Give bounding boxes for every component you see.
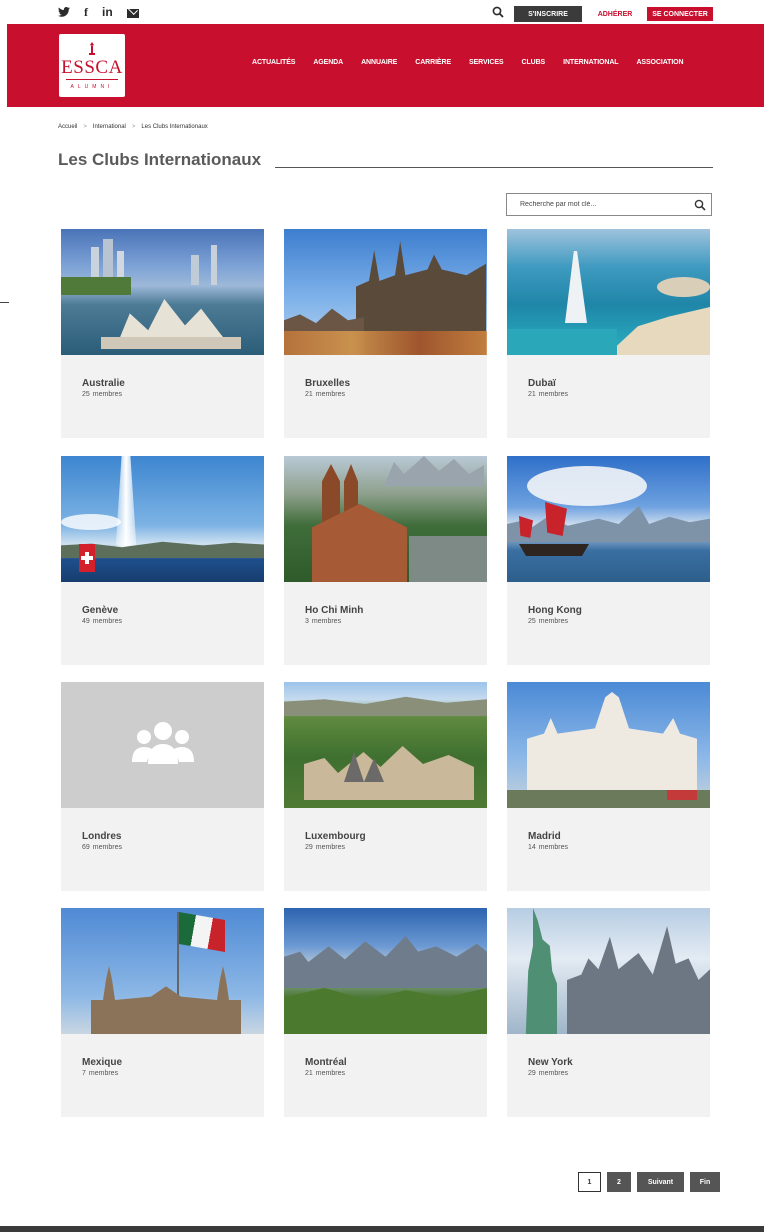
page-1-button[interactable]: 1 [578, 1172, 601, 1192]
register-button[interactable]: S'INSCRIRE [514, 6, 582, 22]
nav-item-annuaire[interactable]: ANNUAIRE [361, 59, 397, 66]
club-card-dubai[interactable]: Dubaï 21 membres [507, 229, 710, 438]
club-members: 21 membres [528, 391, 568, 398]
club-card-ho-chi-minh[interactable]: Ho Chi Minh 3 membres [284, 456, 487, 665]
club-photo-luxembourg[interactable] [284, 682, 487, 808]
club-photo-geneva[interactable] [61, 456, 264, 582]
crest-icon [89, 41, 95, 55]
club-city[interactable]: Ho Chi Minh [305, 605, 363, 616]
club-members: 29 membres [528, 1070, 568, 1077]
club-card-australie[interactable]: Australie 25 membres [61, 229, 264, 438]
club-members: 21 membres [305, 391, 345, 398]
breadcrumb-separator: > [131, 124, 136, 130]
club-city[interactable]: Londres [82, 831, 121, 842]
club-members: 21 membres [305, 1070, 345, 1077]
social-links: f in [58, 5, 139, 19]
search-icon[interactable] [492, 6, 504, 18]
page-title: Les Clubs Internationaux [58, 150, 262, 169]
nav-item-carriere[interactable]: CARRIÈRE [415, 59, 451, 66]
club-city[interactable]: Hong Kong [528, 605, 582, 616]
login-button[interactable]: SE CONNECTER [646, 6, 714, 22]
club-city[interactable]: Montréal [305, 1057, 347, 1068]
club-photo-hong-kong[interactable] [507, 456, 710, 582]
logo-divider [66, 78, 118, 80]
main-nav: ACTUALITÉS AGENDA ANNUAIRE CARRIÈRE SERV… [252, 59, 701, 66]
page-2-button[interactable]: 2 [607, 1172, 631, 1192]
club-card-londres[interactable]: Londres 69 membres [61, 682, 264, 891]
nav-item-actualites[interactable]: ACTUALITÉS [252, 59, 295, 66]
club-city[interactable]: Madrid [528, 831, 561, 842]
nav-item-agenda[interactable]: AGENDA [313, 59, 343, 66]
club-city[interactable]: Dubaï [528, 378, 556, 389]
club-city[interactable]: New York [528, 1057, 573, 1068]
club-members: 14 membres [528, 844, 568, 851]
nav-item-international[interactable]: INTERNATIONAL [563, 59, 618, 66]
pagination: 1 2 Suivant Fin [578, 1172, 720, 1192]
club-members: 3 membres [305, 618, 342, 625]
next-page-button[interactable]: Suivant [637, 1172, 684, 1192]
join-button[interactable]: ADHÉRER [589, 6, 641, 22]
club-city[interactable]: Genève [82, 605, 118, 616]
side-marker [0, 302, 9, 303]
nav-item-association[interactable]: ASSOCIATION [636, 59, 683, 66]
breadcrumb-home[interactable]: Accueil [58, 124, 77, 130]
club-card-luxembourg[interactable]: Luxembourg 29 membres [284, 682, 487, 891]
breadcrumb-international[interactable]: International [93, 124, 126, 130]
linkedin-icon[interactable]: in [102, 5, 113, 19]
club-photo-montreal[interactable] [284, 908, 487, 1034]
top-utility-bar: f in S'INSCRIRE ADHÉRER SE CONNECTER [0, 0, 764, 24]
club-city[interactable]: Australie [82, 378, 125, 389]
breadcrumb-current: Les Clubs Internationaux [141, 124, 208, 130]
club-members: 49 membres [82, 618, 122, 625]
club-card-madrid[interactable]: Madrid 14 membres [507, 682, 710, 891]
club-members: 29 membres [305, 844, 345, 851]
club-photo-mexico[interactable] [61, 908, 264, 1034]
facebook-icon[interactable]: f [84, 5, 88, 19]
club-card-mexique[interactable]: Mexique 7 membres [61, 908, 264, 1117]
club-card-bruxelles[interactable]: Bruxelles 21 membres [284, 229, 487, 438]
club-city[interactable]: Luxembourg [305, 831, 366, 842]
club-members: 25 membres [82, 391, 122, 398]
last-page-button[interactable]: Fin [690, 1172, 720, 1192]
club-city[interactable]: Bruxelles [305, 378, 350, 389]
club-card-geneve[interactable]: Genève 49 membres [61, 456, 264, 665]
club-members: 7 membres [82, 1070, 119, 1077]
mail-icon[interactable] [126, 8, 139, 18]
club-members: 69 membres [82, 844, 122, 851]
club-photo-ho-chi-minh[interactable] [284, 456, 487, 582]
club-card-new-york[interactable]: New York 29 membres [507, 908, 710, 1117]
nav-item-clubs[interactable]: CLUBS [522, 59, 546, 66]
club-search-box [506, 193, 712, 216]
club-photo-new-york[interactable] [507, 908, 710, 1034]
club-members: 25 membres [528, 618, 568, 625]
breadcrumb: Accueil > International > Les Clubs Inte… [58, 124, 208, 130]
club-city[interactable]: Mexique [82, 1057, 122, 1068]
essca-logo[interactable]: ESSCA ALUMNI [59, 34, 125, 97]
breadcrumb-separator: > [83, 124, 87, 130]
nav-item-services[interactable]: SERVICES [469, 59, 504, 66]
club-card-hong-kong[interactable]: Hong Kong 25 membres [507, 456, 710, 665]
brand-name: ESSCA [61, 56, 123, 78]
club-photo-sydney[interactable] [61, 229, 264, 355]
club-card-montreal[interactable]: Montréal 21 membres [284, 908, 487, 1117]
club-photo-brussels[interactable] [284, 229, 487, 355]
search-icon[interactable] [694, 199, 706, 211]
group-icon [132, 722, 194, 764]
footer-bar [0, 1226, 764, 1232]
club-placeholder-image[interactable] [61, 682, 264, 808]
title-underline [275, 167, 713, 168]
twitter-icon[interactable] [58, 7, 70, 17]
club-photo-madrid[interactable] [507, 682, 710, 808]
club-search-input[interactable] [520, 201, 680, 208]
brand-subtitle: ALUMNI [70, 83, 114, 90]
club-photo-dubai[interactable] [507, 229, 710, 355]
main-header: ESSCA ALUMNI ACTUALITÉS AGENDA ANNUAIRE … [7, 24, 764, 107]
